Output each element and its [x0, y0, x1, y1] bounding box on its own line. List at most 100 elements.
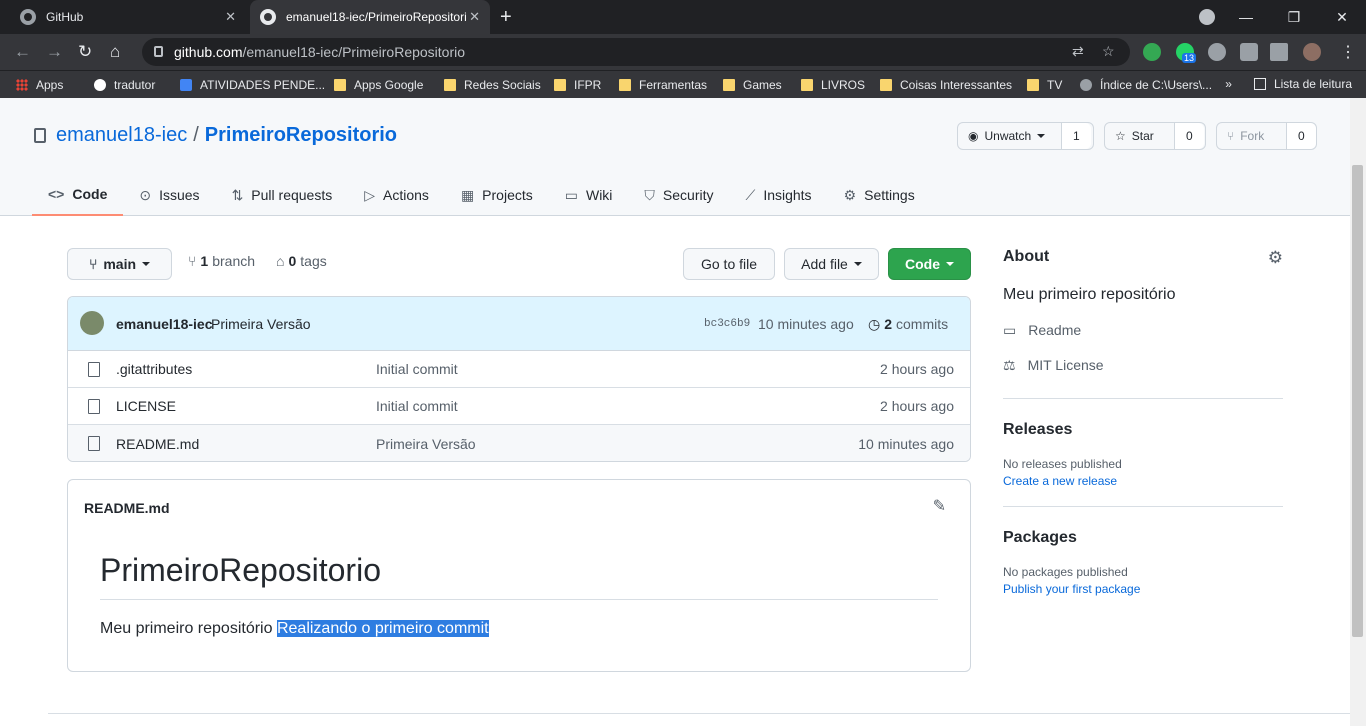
media-control-icon[interactable]: [1270, 43, 1288, 61]
go-to-file-button[interactable]: Go to file: [683, 248, 775, 280]
code-download-button[interactable]: Code: [888, 248, 971, 280]
table-row: LICENSE Initial commit 2 hours ago: [68, 388, 970, 425]
tab-issues[interactable]: ⊙ Issues: [123, 174, 215, 216]
tab-wiki[interactable]: ▭ Wiki: [549, 174, 629, 216]
bookmark-star-icon[interactable]: ☆: [1102, 43, 1115, 60]
gear-icon[interactable]: ⚙: [1268, 248, 1283, 268]
file-name-link[interactable]: .gitattributes: [116, 361, 192, 377]
restore-icon[interactable]: ❐: [1270, 9, 1318, 26]
license-link[interactable]: ⚖ MIT License: [1003, 357, 1283, 374]
tag-icon: ⌂: [276, 253, 285, 269]
book-icon: ▭: [1003, 322, 1017, 338]
branch-select-button[interactable]: ⑂ main: [67, 248, 172, 280]
branches-link[interactable]: ⑂ 1 branch: [188, 253, 255, 269]
bookmark-ferramentas[interactable]: Ferramentas: [619, 78, 723, 92]
file-commit-message[interactable]: Initial commit: [376, 361, 458, 377]
bookmark-indice[interactable]: Índice de C:\Users\...: [1080, 78, 1230, 92]
pencil-edit-icon[interactable]: ✎: [933, 496, 946, 516]
close-tab-icon[interactable]: ✕: [469, 9, 480, 25]
pull-request-icon: ⇅: [231, 186, 244, 203]
tab-security[interactable]: ⛉ Security: [628, 174, 729, 216]
repo-nav-tabs: <> Code ⊙ Issues ⇅ Pull requests ▷ Actions ▦…: [32, 174, 931, 216]
readme-link[interactable]: ▭ Readme: [1003, 322, 1283, 339]
repo-owner-link[interactable]: emanuel18-iec: [56, 124, 187, 147]
forward-icon[interactable]: →: [46, 42, 63, 62]
reading-list-button[interactable]: Lista de leitura: [1274, 77, 1352, 91]
repo-name-link[interactable]: PrimeiroRepositorio: [205, 124, 397, 147]
book-icon: ▭: [564, 186, 578, 203]
commits-link[interactable]: ◷ 2 commits: [868, 316, 948, 333]
bookmarks-bar: Apps tradutor ATIVIDADES PENDE... Apps G…: [0, 70, 1366, 98]
file-commit-message[interactable]: Initial commit: [376, 398, 458, 414]
bookmarks-overflow-icon[interactable]: »: [1225, 77, 1232, 91]
menu-icon[interactable]: ⋮: [1340, 42, 1356, 62]
file-commit-message[interactable]: Primeira Versão: [376, 436, 476, 452]
extension-badge: 13: [1182, 53, 1197, 63]
bookmark-apps-google[interactable]: Apps Google: [334, 78, 444, 92]
tab-code[interactable]: <> Code: [32, 174, 124, 216]
about-sidebar: About ⚙ Meu primeiro repositório ▭ Readme…: [1003, 248, 1283, 596]
bookmark-livros[interactable]: LIVROS: [801, 78, 880, 92]
bookmark-tradutor[interactable]: tradutor: [94, 78, 180, 92]
packages-title[interactable]: Packages: [1003, 529, 1283, 547]
fork-button[interactable]: ⑂ Fork 0: [1216, 122, 1317, 150]
minimize-icon[interactable]: —: [1222, 9, 1270, 25]
star-count[interactable]: 0: [1175, 123, 1204, 149]
close-window-icon[interactable]: ✕: [1318, 9, 1366, 26]
watch-count[interactable]: 1: [1062, 123, 1091, 149]
chevron-down-icon: [142, 262, 151, 266]
tab-search-icon[interactable]: [1199, 9, 1215, 25]
bookmark-coisas-interessantes[interactable]: Coisas Interessantes: [880, 78, 1027, 92]
commit-author[interactable]: emanuel18-iec: [116, 316, 213, 332]
add-file-button[interactable]: Add file: [784, 248, 879, 280]
tab-settings[interactable]: ⚙ Settings: [828, 174, 931, 216]
tab-projects[interactable]: ▦ Projects: [445, 174, 549, 216]
tab-insights[interactable]: ⟋ Insights: [730, 174, 828, 216]
folder-icon: [444, 78, 456, 91]
commit-sha[interactable]: bc3c6b9: [704, 318, 750, 330]
reload-icon[interactable]: ↻: [78, 42, 92, 62]
extension-plus-icon[interactable]: [1143, 43, 1161, 61]
browser-tab-repo[interactable]: emanuel18-iec/PrimeiroRepositorio ✕: [250, 0, 490, 34]
new-tab-button[interactable]: +: [500, 7, 512, 27]
tags-link[interactable]: ⌂ 0 tags: [276, 253, 327, 269]
publish-package-link[interactable]: Publish your first package: [1003, 582, 1283, 596]
file-name-link[interactable]: README.md: [116, 436, 199, 452]
translate-icon[interactable]: ⇄: [1072, 43, 1084, 60]
table-row: README.md Primeira Versão 10 minutes ago: [68, 425, 970, 461]
folder-icon: [880, 78, 892, 91]
tab-title: emanuel18-iec/PrimeiroRepositorio: [286, 10, 466, 24]
avatar[interactable]: [80, 311, 104, 335]
star-button[interactable]: ☆ Star 0: [1104, 122, 1206, 150]
github-page: emanuel18-iec / PrimeiroRepositorio ◉ Unw…: [0, 98, 1350, 726]
home-icon[interactable]: ⌂: [110, 42, 120, 62]
releases-title[interactable]: Releases: [1003, 421, 1283, 439]
latest-commit-bar: emanuel18-iec Primeira Versão bc3c6b9 10…: [68, 297, 970, 351]
fork-count[interactable]: 0: [1287, 123, 1316, 149]
extensions-puzzle-icon[interactable]: [1240, 43, 1258, 61]
unwatch-button[interactable]: ◉ Unwatch 1: [957, 122, 1094, 150]
back-icon[interactable]: ←: [14, 42, 31, 62]
tab-pull-requests[interactable]: ⇅ Pull requests: [216, 174, 349, 216]
create-release-link[interactable]: Create a new release: [1003, 474, 1283, 488]
bookmark-atividades[interactable]: ATIVIDADES PENDE...: [180, 78, 334, 92]
scrollbar-thumb[interactable]: [1352, 165, 1363, 637]
file-list: emanuel18-iec Primeira Versão bc3c6b9 10…: [67, 296, 971, 462]
browser-tab-github[interactable]: GitHub ✕: [0, 0, 246, 34]
chevron-down-icon: [1037, 134, 1046, 138]
repo-icon: [34, 128, 46, 143]
bookmark-redes-sociais[interactable]: Redes Sociais: [444, 78, 554, 92]
file-icon: [88, 436, 100, 451]
close-tab-icon[interactable]: ✕: [225, 9, 236, 25]
profile-avatar[interactable]: [1303, 43, 1321, 61]
settings-extension-icon[interactable]: [1208, 43, 1226, 61]
bookmark-apps[interactable]: Apps: [16, 78, 94, 92]
address-bar[interactable]: github.com/emanuel18-iec/PrimeiroReposit…: [142, 38, 1130, 66]
bookmark-games[interactable]: Games: [723, 78, 801, 92]
bookmark-ifpr[interactable]: IFPR: [554, 78, 619, 92]
lock-icon[interactable]: [154, 46, 163, 57]
file-name-link[interactable]: LICENSE: [116, 398, 176, 414]
tab-actions[interactable]: ▷ Actions: [348, 174, 445, 216]
commit-message[interactable]: Primeira Versão: [211, 316, 311, 332]
bookmark-tv[interactable]: TV: [1027, 78, 1080, 92]
